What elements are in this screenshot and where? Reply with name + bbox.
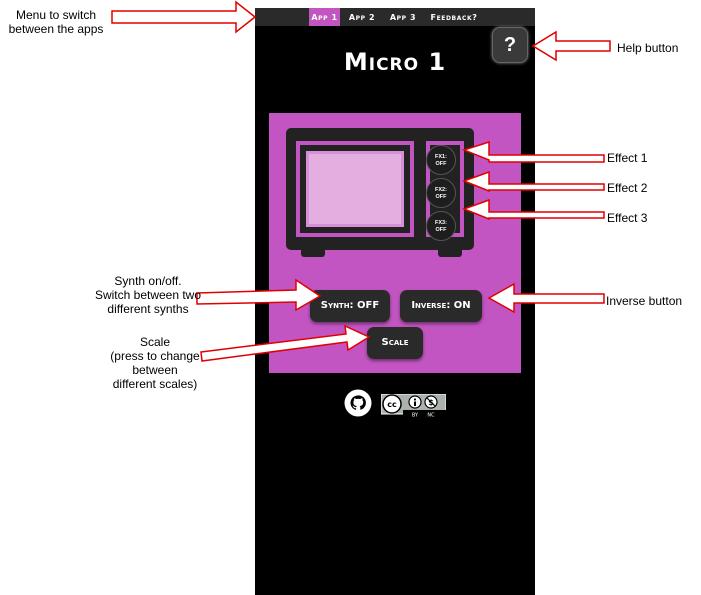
effect2-arrow [461,170,605,193]
annotation-menu: Menu to switch between the apps [8,8,104,36]
annotation-inverse: Inverse button [606,294,683,308]
annotation-effect1: Effect 1 [607,151,648,165]
effect1-arrow [461,140,605,163]
annotation-effect2: Effect 2 [607,181,648,195]
annotation-synth: Synth on/off. Switch between two differe… [94,274,202,316]
scale-arrow [200,324,371,362]
inverse-arrow [487,282,605,314]
help-arrow [531,30,611,62]
effect3-arrow [461,198,605,221]
annotation-help: Help button [617,41,679,55]
annotation-scale: Scale (press to change between different… [110,335,200,391]
menu-arrow [111,0,257,34]
annotation-effect3: Effect 3 [607,211,648,225]
